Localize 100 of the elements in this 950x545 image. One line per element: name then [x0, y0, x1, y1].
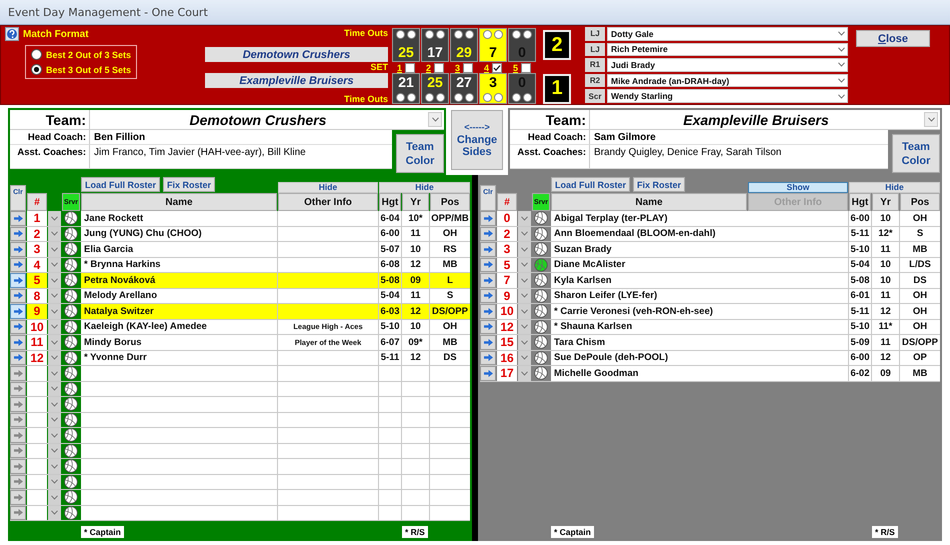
volleyball-icon[interactable] [64, 412, 78, 427]
row-selector[interactable] [10, 320, 26, 334]
team-dropdown[interactable]: Demotown Crushers [90, 110, 426, 129]
team-color-button[interactable]: Team Color [396, 134, 444, 173]
set-number[interactable]: 1 [396, 62, 402, 72]
timeout-icon[interactable] [425, 93, 445, 102]
radio-option[interactable]: Best 3 Out of 5 Sets [31, 64, 132, 75]
volleyball-icon[interactable] [64, 226, 78, 241]
volleyball-icon[interactable] [534, 226, 548, 241]
team-name-button[interactable]: Demotown Crushers [205, 47, 388, 62]
checkbox[interactable] [492, 62, 502, 72]
row-selector[interactable] [480, 288, 496, 303]
checkbox[interactable] [434, 62, 444, 72]
help-icon[interactable] [5, 27, 19, 41]
volleyball-icon[interactable] [534, 304, 548, 318]
row-selector[interactable] [480, 273, 496, 288]
fix-roster-button[interactable]: Fix Roster [633, 177, 686, 192]
team-color-button[interactable]: Team Color [892, 134, 940, 173]
volleyball-icon[interactable] [534, 320, 548, 334]
row-selector[interactable] [10, 242, 26, 256]
volleyball-icon[interactable] [534, 350, 548, 365]
row-selector[interactable] [10, 459, 26, 474]
timeout-icon[interactable] [512, 93, 532, 102]
row-selector[interactable] [10, 444, 26, 458]
official-dropdown[interactable]: Mike Andrade (an-DRAH-day) [607, 74, 848, 88]
row-selector[interactable] [480, 226, 496, 241]
volleyball-icon[interactable] [64, 211, 78, 226]
row-selector[interactable] [10, 428, 26, 442]
timeout-icon[interactable] [454, 93, 474, 102]
row-selector[interactable] [10, 350, 26, 365]
row-selector[interactable] [10, 474, 26, 489]
official-dropdown[interactable]: Wendy Starling [607, 89, 848, 103]
row-selector[interactable] [480, 211, 496, 226]
volleyball-icon[interactable] [534, 258, 548, 272]
radio-icon[interactable] [31, 49, 42, 60]
row-selector[interactable] [480, 350, 496, 365]
volleyball-icon[interactable] [64, 444, 78, 458]
volleyball-icon[interactable] [534, 335, 548, 350]
volleyball-icon[interactable] [64, 258, 78, 272]
close-button[interactable]: Close [856, 30, 930, 47]
toggle-button[interactable]: Hide [278, 182, 378, 193]
volleyball-icon[interactable] [64, 490, 78, 504]
volleyball-icon[interactable] [534, 288, 548, 303]
volleyball-icon[interactable] [64, 320, 78, 334]
radio-option[interactable]: Best 2 Out of 3 Sets [31, 49, 132, 60]
volleyball-icon[interactable] [64, 335, 78, 350]
volleyball-icon[interactable] [64, 506, 78, 520]
checkbox[interactable] [463, 62, 473, 72]
volleyball-icon[interactable] [64, 350, 78, 365]
volleyball-icon[interactable] [534, 273, 548, 288]
row-selector[interactable] [10, 490, 26, 504]
toggle-button[interactable]: Hide [379, 182, 470, 193]
dropdown-button[interactable] [428, 112, 442, 127]
set-number[interactable]: 5 [512, 62, 518, 72]
timeout-icon[interactable] [425, 30, 445, 39]
volleyball-icon[interactable] [64, 242, 78, 256]
team-dropdown[interactable]: Exampleville Bruisers [590, 110, 922, 129]
timeout-icon[interactable] [454, 30, 474, 39]
timeout-icon[interactable] [396, 30, 416, 39]
assistant-coaches-field[interactable]: Jim Franco, Tim Javier (HAH-vee-ayr), Bill Kline [90, 145, 392, 169]
row-selector[interactable] [10, 304, 26, 318]
load-roster-button[interactable]: Load Full Roster [81, 177, 160, 192]
head-coach-field[interactable]: Ben Fillion [90, 130, 392, 145]
radio-icon[interactable] [31, 64, 42, 75]
row-selector[interactable] [480, 335, 496, 350]
timeout-icon[interactable] [396, 93, 416, 102]
load-roster-button[interactable]: Load Full Roster [551, 177, 630, 192]
volleyball-icon[interactable] [64, 459, 78, 474]
volleyball-icon[interactable] [64, 428, 78, 442]
row-selector[interactable] [10, 226, 26, 241]
row-selector[interactable] [10, 273, 26, 288]
row-selector[interactable] [480, 258, 496, 272]
row-selector[interactable] [10, 506, 26, 520]
head-coach-field[interactable]: Sam Gilmore [590, 130, 888, 145]
set-number[interactable]: 3 [454, 62, 460, 72]
official-dropdown[interactable]: Rich Petemire [607, 42, 848, 56]
checkbox[interactable] [521, 62, 531, 72]
row-selector[interactable] [10, 397, 26, 412]
volleyball-icon[interactable] [64, 366, 78, 380]
timeout-icon[interactable] [512, 30, 532, 39]
official-dropdown[interactable]: Judi Brady [607, 58, 848, 72]
set-number[interactable]: 4 [484, 62, 489, 72]
row-selector[interactable] [480, 242, 496, 256]
toggle-button[interactable]: Show [748, 182, 848, 193]
row-selector[interactable] [480, 304, 496, 318]
row-selector[interactable] [10, 412, 26, 427]
row-selector[interactable] [10, 258, 26, 272]
row-selector[interactable] [10, 288, 26, 303]
volleyball-icon[interactable] [64, 382, 78, 396]
row-selector[interactable] [10, 366, 26, 380]
volleyball-icon[interactable] [64, 273, 78, 288]
assistant-coaches-field[interactable]: Brandy Quigley, Denice Fray, Sarah Tilson [590, 145, 888, 169]
volleyball-icon[interactable] [534, 242, 548, 256]
checkbox[interactable] [405, 62, 415, 72]
row-selector[interactable] [10, 211, 26, 226]
team-name-button[interactable]: Exampleville Bruisers [205, 73, 388, 88]
volleyball-icon[interactable] [534, 366, 548, 380]
row-selector[interactable] [480, 366, 496, 380]
volleyball-icon[interactable] [64, 304, 78, 318]
fix-roster-button[interactable]: Fix Roster [163, 177, 216, 192]
